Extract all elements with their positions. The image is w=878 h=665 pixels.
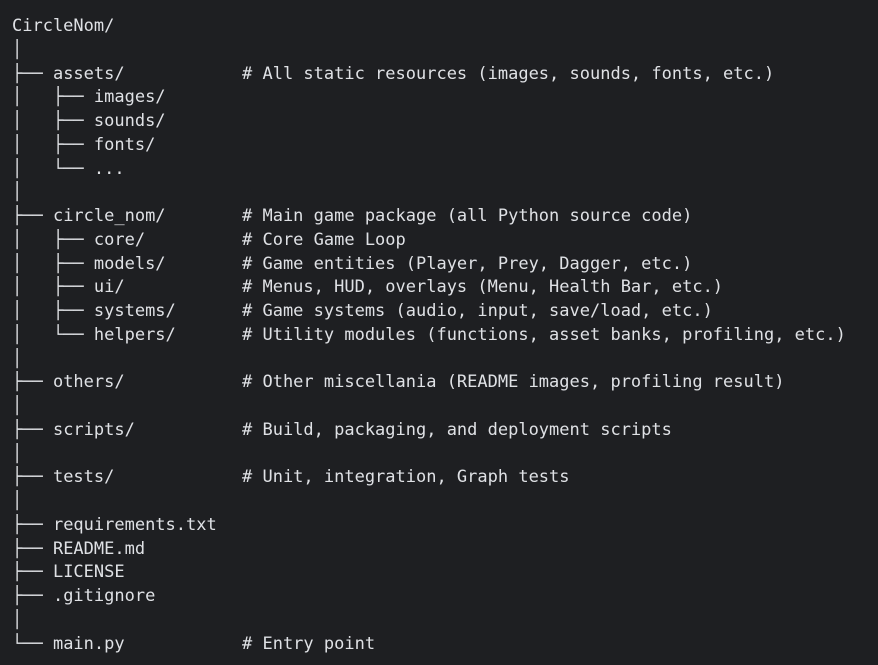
entry-name: core/ <box>93 229 146 250</box>
tree-branch-glyphs: ├── <box>12 372 53 393</box>
entry-name: .gitignore <box>52 586 156 606</box>
tree-branch-glyphs: ├── <box>12 586 53 606</box>
entry-name: requirements.txt <box>52 514 217 535</box>
entry-name: sounds/ <box>93 111 166 131</box>
tree-connector-line: │ <box>12 349 22 369</box>
entry-comment: # Menus, HUD, overlays (Menu, Health Bar… <box>242 277 724 298</box>
tree-line: │ ├── core/ # Core Game Loop <box>12 229 406 250</box>
tree-line: │ ├── images/ <box>12 87 166 107</box>
entry-name: images/ <box>93 87 166 108</box>
tree-branch-glyphs: │ └── <box>12 324 94 345</box>
tree-branch-glyphs: ├── <box>12 467 53 488</box>
tree-branch-glyphs: ├── <box>12 562 53 583</box>
tree-line: ├── requirements.txt <box>12 515 217 535</box>
tree-line: ├── scripts/ # Build, packaging, and depl… <box>12 419 672 440</box>
tree-branch-glyphs: │ <box>12 348 23 369</box>
entry-name: helpers/ <box>93 324 176 345</box>
entry-comment: # Core Game Loop <box>242 229 406 250</box>
tree-branch-glyphs: │ <box>12 396 23 416</box>
entry-comment: # All static resources (images, sounds, … <box>242 63 775 84</box>
tree-branch-glyphs: ├── <box>12 419 53 440</box>
tree-line: ├── .gitignore <box>12 586 155 606</box>
entry-comment: # Game systems (audio, input, save/load,… <box>242 301 713 321</box>
entry-name: ui/ <box>93 277 125 298</box>
tree-branch-glyphs: │ ├── <box>12 111 94 131</box>
tree-connector-line: │ <box>12 40 22 60</box>
entry-name: others/ <box>52 372 125 393</box>
tree-branch-glyphs: │ ├── <box>12 87 94 108</box>
tree-branch-glyphs: │ <box>12 443 23 464</box>
entry-name: models/ <box>93 253 166 274</box>
tree-line: ├── README.md <box>12 539 145 559</box>
entry-comment: # Entry point <box>242 633 376 654</box>
entry-name: LICENSE <box>52 562 125 583</box>
entry-comment: # Build, packaging, and deployment scrip… <box>242 419 672 440</box>
tree-connector-line: │ <box>12 491 22 511</box>
tree-branch-glyphs: │ ├── <box>12 277 94 298</box>
entry-name: tests/ <box>52 467 115 488</box>
tree-line: └── main.py # Entry point <box>12 633 375 654</box>
entry-comment: # Game entities (Player, Prey, Dagger, e… <box>242 253 693 274</box>
tree-branch-glyphs: │ ├── <box>12 134 94 155</box>
tree-line: │ ├── systems/ # Game systems (audio, inp… <box>12 301 713 321</box>
tree-line: │ ├── sounds/ <box>12 111 166 131</box>
entry-name: ... <box>93 158 125 179</box>
tree-branch-glyphs: └── <box>12 633 53 654</box>
tree-branch-glyphs: │ ├── <box>12 301 94 321</box>
entry-name: assets/ <box>52 63 125 84</box>
tree-branch-glyphs: │ <box>12 182 23 203</box>
entry-comment: # Main game package (all Python source c… <box>242 206 693 226</box>
tree-connector-line: │ <box>12 610 22 630</box>
tree-connector-line: │ <box>12 396 22 416</box>
tree-line: │ └── helpers/ # Utility modules (functio… <box>12 324 846 345</box>
directory-tree: CircleNom/ │ ├── assets/ # All static resou… <box>0 0 878 665</box>
tree-connector-line: │ <box>12 182 22 202</box>
tree-line: │ ├── models/ # Game entities (Player, Pr… <box>12 253 692 274</box>
entry-comment: # Utility modules (functions, asset bank… <box>242 324 846 345</box>
entry-name: scripts/ <box>52 419 135 440</box>
tree-branch-glyphs: ├── <box>12 206 53 226</box>
tree-branch-glyphs: │ └── <box>12 158 94 179</box>
tree-line: │ ├── ui/ # Menus, HUD, overlays (Menu, H… <box>12 277 723 298</box>
tree-line: ├── assets/ # All static resources (image… <box>12 63 774 84</box>
entry-name: systems/ <box>93 301 176 321</box>
entry-comment: # Unit, integration, Graph tests <box>242 467 570 488</box>
entry-name: fonts/ <box>93 134 156 155</box>
entry-comment: # Other miscellania (README images, prof… <box>242 372 785 393</box>
tree-branch-glyphs: ├── <box>12 63 53 84</box>
tree-line: ├── others/ # Other miscellania (README i… <box>12 372 784 393</box>
entry-name: main.py <box>52 633 125 654</box>
tree-line: ├── circle_nom/ # Main game package (all … <box>12 206 692 226</box>
entry-name: README.md <box>52 538 146 559</box>
tree-branch-glyphs: ├── <box>12 538 53 559</box>
tree-line: ├── LICENSE <box>12 562 125 582</box>
tree-line: CircleNom/ <box>12 16 114 36</box>
tree-branch-glyphs: │ <box>12 39 23 60</box>
tree-branch-glyphs: │ <box>12 491 23 511</box>
entry-name: circle_nom/ <box>52 206 166 226</box>
tree-line: │ └── ... <box>12 159 125 179</box>
tree-line: │ ├── fonts/ <box>12 135 155 155</box>
tree-branch-glyphs: │ <box>12 609 23 630</box>
entry-name: CircleNom/ <box>12 16 115 36</box>
tree-connector-line: │ <box>12 444 22 464</box>
tree-branch-glyphs: │ ├── <box>12 229 94 250</box>
tree-line: ├── tests/ # Unit, integration, Graph tes… <box>12 467 570 488</box>
tree-branch-glyphs: │ ├── <box>12 253 94 274</box>
tree-branch-glyphs: ├── <box>12 514 53 535</box>
